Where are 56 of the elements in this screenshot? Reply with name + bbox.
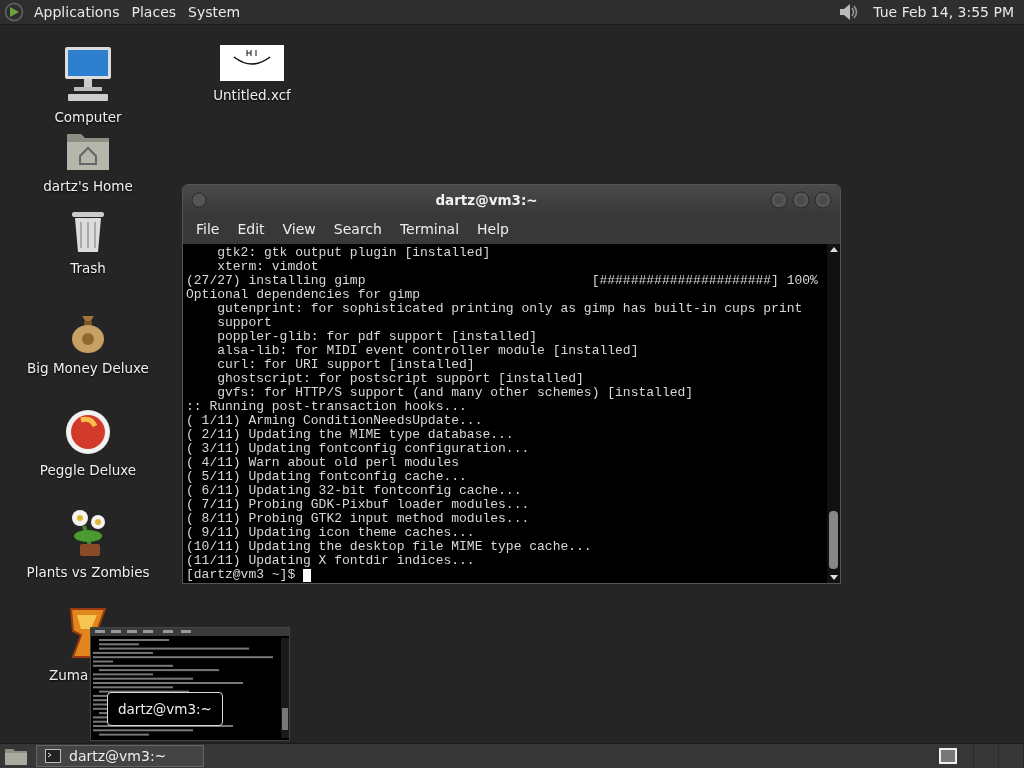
terminal-line: alsa-lib: for MIDI event controller module [installed] <box>216 344 639 358</box>
terminal-line: :: Running post-transaction hooks... <box>186 400 467 414</box>
terminal-icon <box>45 749 61 763</box>
terminal-line: ( 8/11) Probing GTK2 input method modules... <box>186 512 530 526</box>
terminal-line: curl: for URI support [installed] <box>216 358 475 372</box>
panel-menu[interactable]: Places <box>125 0 183 25</box>
icon-label[interactable]: Big Money Deluxe <box>27 358 149 379</box>
computer-icon[interactable] <box>62 45 114 103</box>
show-desktop-icon[interactable] <box>4 746 28 766</box>
menu-item[interactable]: File <box>187 215 229 244</box>
clock[interactable]: Tue Feb 14, 3:55 PM <box>867 0 1020 25</box>
icon-label[interactable]: Zuma <box>49 665 89 686</box>
terminal-line: ( 3/11) Updating fontconfig configuration... <box>186 442 530 456</box>
terminal-line: gutenprint: for sophisticated printing only as gimp has built-in cups print <box>216 302 803 316</box>
terminal-line: ( 4/11) Warn about old perl modules <box>186 456 460 470</box>
terminal-line: (11/11) Updating X fontdir indices... <box>186 554 475 568</box>
terminal-line: (10/11) Updating the desktop file MIME type cache... <box>186 540 592 554</box>
terminal-line: support <box>216 316 272 330</box>
preview-title: dartz@vm3:~ <box>107 692 223 727</box>
terminal-line: gtk2: gtk output plugin [installed] <box>216 246 491 260</box>
panel-menu[interactable]: System <box>182 0 247 25</box>
image-thumbnail-icon[interactable] <box>220 45 284 81</box>
terminal-line: ( 7/11) Probing GDK-Pixbuf loader modules... <box>186 498 530 512</box>
terminal-line: poppler-glib: for pdf support [installed] <box>216 330 538 344</box>
icon-label[interactable]: Trash <box>70 258 106 279</box>
icon-label[interactable]: Untitled.xcf <box>213 85 291 106</box>
terminal-line: ( 2/11) Updating the MIME type database... <box>186 428 514 442</box>
menu-item[interactable]: Help <box>468 215 518 244</box>
terminal-line: ( 9/11) Updating icon theme caches... <box>186 526 475 540</box>
menu-logo-icon[interactable] <box>4 2 24 22</box>
scrollbar-thumb[interactable] <box>829 511 838 569</box>
terminal-line: ghostscript: for postscript support [installed] <box>216 372 584 386</box>
icon-label[interactable]: Peggle Deluxe <box>39 460 137 481</box>
menu-item[interactable]: Search <box>324 215 391 244</box>
taskbar-button[interactable]: dartz@vm3:~ <box>36 745 204 767</box>
window-title: dartz@vm3:~ <box>434 190 539 210</box>
workspace-switcher[interactable] <box>939 748 957 764</box>
terminal-line: ( 5/11) Updating fontconfig cache... <box>186 470 467 484</box>
icon-label[interactable]: dartz's Home <box>43 176 133 197</box>
terminal-line: ( 1/11) Arming ConditionNeedsUpdate... <box>186 414 483 428</box>
panel-menu[interactable]: Applications <box>28 0 126 25</box>
terminal-line: (27/27) installing gimp [######################] 100% <box>186 274 818 288</box>
terminal-line: xterm: vimdot <box>216 260 319 274</box>
terminal-prompt: [dartz@vm3 ~]$ <box>186 568 297 582</box>
terminal-line: Optional dependencies for gimp <box>186 288 421 302</box>
menu-item[interactable]: Terminal <box>390 215 469 244</box>
icon-label[interactable]: Computer <box>54 107 122 128</box>
terminal-line: gvfs: for HTTP/S support (and many other schemes) [installed] <box>216 386 694 400</box>
text-cursor <box>303 568 312 582</box>
menu-item[interactable]: View <box>273 215 325 244</box>
volume-icon[interactable] <box>837 1 860 23</box>
terminal-line: ( 6/11) Updating 32-bit fontconfig cache... <box>186 484 522 498</box>
scrollbar[interactable] <box>827 244 840 583</box>
menu-item[interactable]: Edit <box>228 215 274 244</box>
icon-label[interactable]: Plants vs Zombies <box>26 562 150 583</box>
ball-icon[interactable] <box>64 408 112 456</box>
